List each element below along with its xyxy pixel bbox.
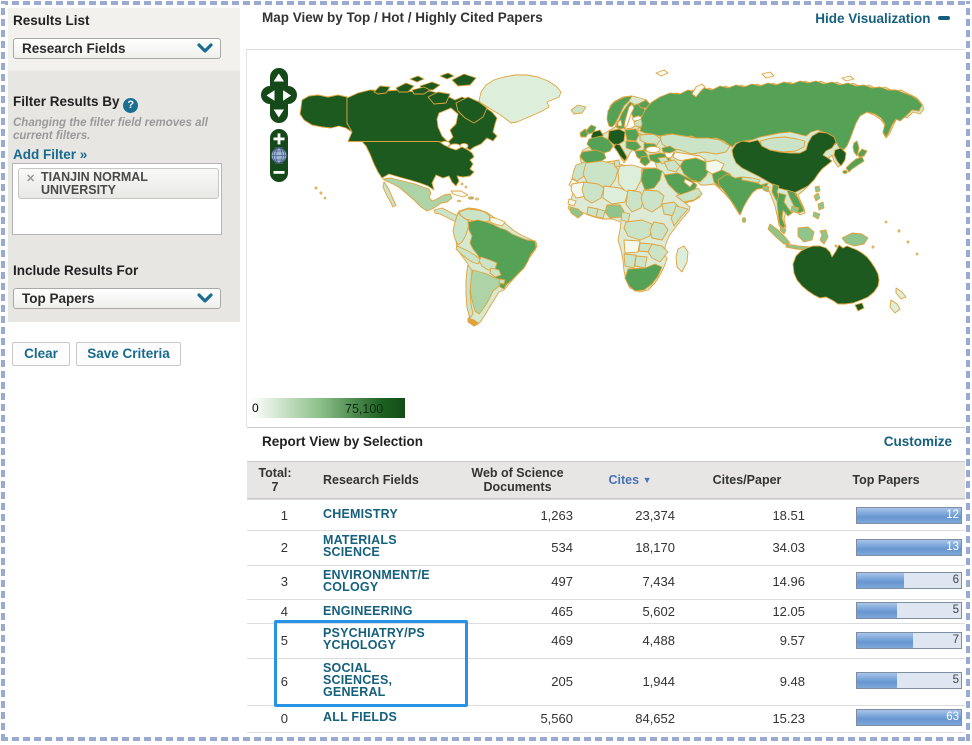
svg-text:0: 0 [252,401,259,415]
svg-text:75,100: 75,100 [345,402,383,416]
